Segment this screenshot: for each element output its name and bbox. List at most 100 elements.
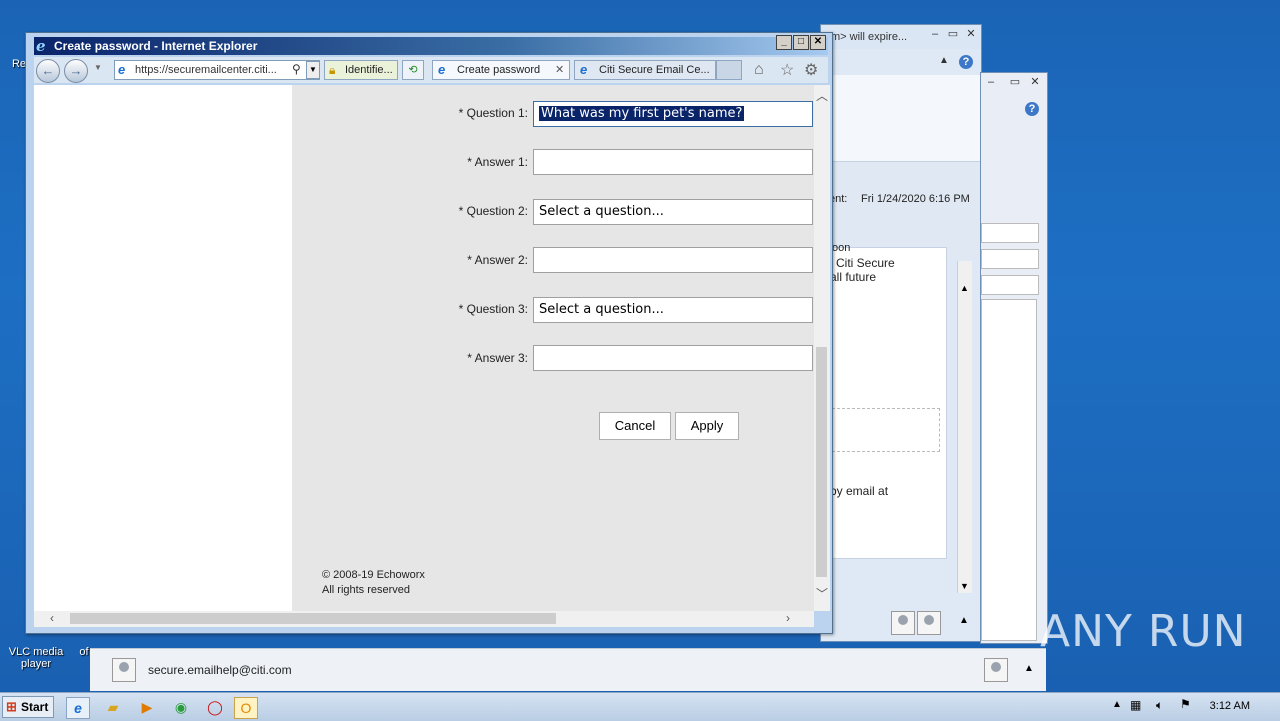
scroll-down-icon[interactable]: ▼ <box>960 581 969 591</box>
sender-email[interactable]: secure.emailhelp@citi.com <box>148 663 292 677</box>
body-text: all future <box>830 270 877 284</box>
sender-avatar <box>112 658 136 682</box>
ie-page-icon: e <box>438 62 446 77</box>
ie-taskbar-icon[interactable]: e <box>66 697 90 719</box>
lock-icon: 🔒︎ <box>329 63 336 77</box>
outlook-taskbar-icon[interactable]: O <box>234 697 258 719</box>
taskbar-clock[interactable]: 3:12 AM <box>1210 700 1250 712</box>
body-text: oon <box>832 242 851 254</box>
security-report[interactable]: 🔒︎ Identifie... <box>324 60 398 80</box>
answer-1-label: * Answer 1: <box>467 155 528 169</box>
scroll-left-icon[interactable]: ‹ <box>50 611 54 625</box>
question-1-select[interactable]: What was my first pet's name? <box>533 101 813 127</box>
page-content: * Question 1: What was my first pet's na… <box>34 85 814 611</box>
address-dropdown-icon[interactable]: ▼ <box>306 61 320 79</box>
horizontal-scrollbar[interactable]: ‹ › <box>34 611 814 627</box>
cancel-button[interactable]: Cancel <box>599 412 671 440</box>
scroll-up-icon[interactable]: ▲ <box>960 283 969 293</box>
answer-3-label: * Answer 3: <box>467 351 528 365</box>
field-stub <box>981 223 1039 243</box>
ie-nav-bar: ← → ▼ e https://securemailcenter.citi...… <box>34 57 828 83</box>
ie-page-icon: e <box>118 62 126 77</box>
maximize-icon[interactable]: ▭ <box>1009 77 1021 88</box>
scroll-up-icon[interactable]: ︿ <box>816 87 828 104</box>
desktop-icon-label: of <box>79 646 89 658</box>
avatar <box>891 611 915 635</box>
home-icon[interactable]: ⌂ <box>754 61 764 79</box>
ie-window-title: Create password - Internet Explorer <box>54 39 258 53</box>
new-tab-button[interactable] <box>716 60 742 80</box>
answer-2-input[interactable] <box>533 247 813 273</box>
ie-logo-icon: e <box>36 37 46 55</box>
field-stub <box>981 249 1039 269</box>
ie-page-icon: e <box>580 62 588 77</box>
refresh-button[interactable]: ⟲ <box>402 60 424 80</box>
body-stub <box>981 299 1037 641</box>
tab-citi-secure-email[interactable]: e Citi Secure Email Ce... <box>574 60 716 80</box>
close-icon[interactable]: ✕ <box>1029 77 1041 88</box>
forward-button[interactable]: → <box>64 59 88 83</box>
close-icon[interactable]: ✕ <box>965 29 977 40</box>
question-2-select[interactable]: Select a question... <box>533 199 813 225</box>
message-scrollbar[interactable]: ▲ ▼ <box>957 261 972 593</box>
sender-bar: secure.emailhelp@citi.com ▲ <box>90 648 1046 691</box>
dashed-box <box>822 408 940 452</box>
tab-create-password[interactable]: e Create password ✕ <box>432 60 570 80</box>
apply-button[interactable]: Apply <box>675 412 739 440</box>
close-button[interactable]: ✕ <box>810 35 826 50</box>
rights-text: All rights reserved <box>322 584 411 596</box>
tray-expand-icon[interactable]: ▲ <box>1112 699 1122 710</box>
maximize-icon[interactable]: ▭ <box>947 29 959 40</box>
scroll-down-icon[interactable]: ﹀ <box>816 585 828 602</box>
answer-2-label: * Answer 2: <box>467 253 528 267</box>
outlook-message-window: m> will expire... – ▭ ✕ ? ▲ ent: Fri 1/2… <box>820 24 982 642</box>
avatar <box>917 611 941 635</box>
start-button[interactable]: ⊞ Start <box>2 696 54 718</box>
minimize-icon[interactable]: – <box>929 29 941 40</box>
scroll-thumb[interactable] <box>816 347 827 577</box>
desktop-icon-label: Re <box>11 58 27 70</box>
ie-window: e Create password - Internet Explorer _ … <box>25 32 833 634</box>
ribbon-area <box>821 75 981 162</box>
gear-icon[interactable]: ⚙ <box>804 60 818 80</box>
help-icon[interactable]: ? <box>959 55 973 69</box>
message-body: oon l Citi Secure all future by email at <box>821 242 947 559</box>
ie-title-bar: e Create password - Internet Explorer <box>34 37 828 55</box>
ribbon-collapse-icon[interactable]: ▲ <box>939 55 949 66</box>
answer-1-input[interactable] <box>533 149 813 175</box>
media-player-taskbar-icon[interactable]: ▶ <box>136 697 158 717</box>
flag-icon[interactable]: ⚑ <box>1180 697 1191 711</box>
copyright-text: © 2008-19 Echoworx <box>322 569 425 581</box>
opera-taskbar-icon[interactable]: ◯ <box>204 697 226 717</box>
history-dropdown-icon[interactable]: ▼ <box>94 63 102 72</box>
windows-logo-icon: ⊞ <box>6 699 17 714</box>
body-text: l Citi Secure <box>830 256 895 270</box>
question-2-label: * Question 2: <box>458 204 528 218</box>
folder-taskbar-icon[interactable]: ▰ <box>102 697 124 717</box>
expand-icon[interactable]: ▲ <box>1024 663 1034 674</box>
anyrun-watermark: ANY RUN <box>1040 606 1247 657</box>
scroll-thumb[interactable] <box>70 613 556 624</box>
favorites-star-icon[interactable]: ☆ <box>780 60 794 80</box>
question-3-select[interactable]: Select a question... <box>533 297 813 323</box>
taskbar: ⊞ Start e ▰ ▶ ◉ ◯ O ▲ ▦ 🔈︎ ⚑ 3:12 AM <box>0 692 1280 721</box>
question-1-label: * Question 1: <box>458 106 528 120</box>
expand-icon[interactable]: ▲ <box>959 615 969 626</box>
help-icon[interactable]: ? <box>1025 102 1039 116</box>
back-button[interactable]: ← <box>36 59 60 83</box>
scroll-right-icon[interactable]: › <box>786 611 790 625</box>
network-icon[interactable]: ▦ <box>1130 698 1141 712</box>
maximize-button[interactable]: □ <box>793 35 809 50</box>
desktop-icon-vlc[interactable]: VLC media player <box>4 646 68 670</box>
answer-3-input[interactable] <box>533 345 813 371</box>
vertical-scrollbar[interactable]: ︿ ﹀ <box>814 85 830 611</box>
address-bar[interactable]: e https://securemailcenter.citi... <box>114 60 320 80</box>
minimize-button[interactable]: _ <box>776 35 792 50</box>
desktop-icon-label: VLC media player <box>8 646 64 670</box>
tab-close-icon[interactable]: ✕ <box>555 61 564 79</box>
chrome-taskbar-icon[interactable]: ◉ <box>170 697 192 717</box>
volume-icon[interactable]: 🔈︎ <box>1156 698 1163 713</box>
search-icon[interactable]: ⚲ <box>292 62 301 76</box>
minimize-icon[interactable]: – <box>985 77 997 88</box>
outlook-secondary-window: – ▭ ✕ ? <box>980 72 1048 644</box>
